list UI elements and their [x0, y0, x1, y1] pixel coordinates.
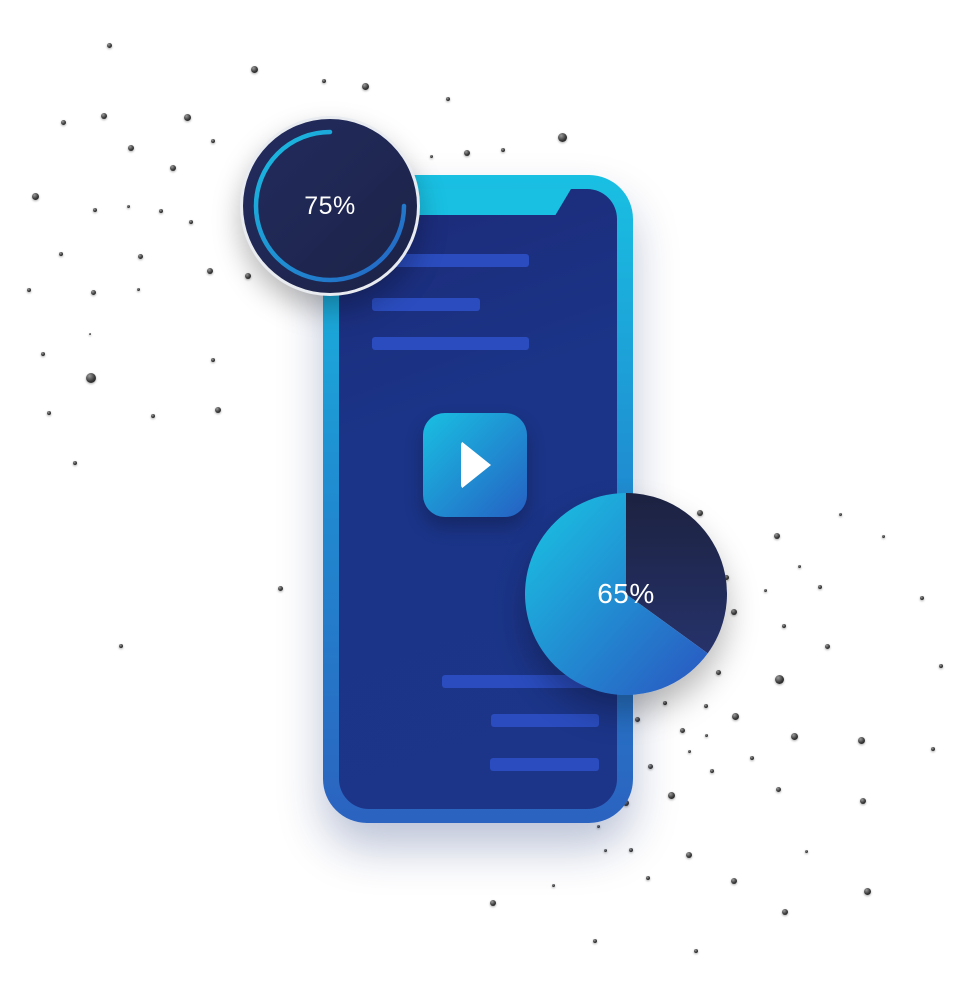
decorative-dot [731, 878, 737, 884]
progress-ring-label: 75% [304, 191, 356, 220]
decorative-dot [89, 333, 91, 335]
decorative-dot [694, 949, 698, 953]
decorative-dot [86, 373, 96, 383]
play-icon [461, 441, 491, 489]
decorative-dot [501, 148, 505, 152]
decorative-dot [704, 704, 708, 708]
content-line-3 [372, 337, 529, 350]
decorative-dot [551, 883, 555, 887]
decorative-dot [429, 154, 433, 158]
decorative-dot [93, 208, 97, 212]
decorative-dot [647, 763, 653, 769]
decorative-dot [106, 42, 112, 48]
decorative-dot [750, 756, 754, 760]
decorative-dot [189, 220, 193, 224]
decorative-dot [137, 253, 143, 259]
decorative-dot [731, 712, 739, 720]
decorative-dot [920, 596, 924, 600]
decorative-dot [41, 352, 45, 356]
decorative-dot [60, 119, 66, 125]
decorative-dot [860, 798, 866, 804]
decorative-dot [838, 512, 842, 516]
decorative-dot [774, 533, 780, 539]
decorative-dot [73, 461, 77, 465]
decorative-dot [629, 848, 633, 852]
decorative-dot [464, 150, 470, 156]
decorative-dot [119, 644, 123, 648]
content-line-5 [491, 714, 599, 727]
pie-chart: 65% [525, 493, 727, 695]
decorative-dot [782, 624, 786, 628]
decorative-dot [881, 534, 885, 538]
decorative-dot [804, 849, 808, 853]
decorative-dot [782, 909, 788, 915]
decorative-dot [731, 609, 737, 615]
progress-ring: 75% [240, 116, 420, 296]
decorative-dot [101, 113, 107, 119]
decorative-dot [667, 791, 675, 799]
decorative-dot [857, 736, 865, 744]
decorative-dot [31, 192, 39, 200]
decorative-dot [593, 939, 597, 943]
decorative-dot [207, 268, 213, 274]
pie-chart-label: 65% [597, 578, 655, 609]
decorative-dot [126, 204, 130, 208]
decorative-dot [775, 786, 781, 792]
decorative-dot [128, 145, 134, 151]
decorative-dot [663, 701, 667, 705]
decorative-dot [151, 414, 155, 418]
decorative-dot [818, 585, 822, 589]
content-line-2 [372, 298, 480, 311]
decorative-dot [704, 733, 708, 737]
decorative-dot [687, 749, 691, 753]
decorative-dot [596, 824, 600, 828]
decorative-dot [322, 79, 326, 83]
decorative-dot [159, 209, 163, 213]
decorative-dot [824, 643, 830, 649]
decorative-dot [686, 852, 692, 858]
decorative-dot [183, 113, 191, 121]
decorative-dot [679, 727, 685, 733]
decorative-dot [215, 407, 221, 413]
decorative-dot [790, 732, 798, 740]
decorative-dot [863, 887, 871, 895]
decorative-dot [634, 716, 640, 722]
decorative-dot [939, 664, 943, 668]
decorative-dot [446, 97, 450, 101]
decorative-dot [774, 674, 784, 684]
decorative-dot [361, 82, 369, 90]
decorative-dot [136, 287, 140, 291]
decorative-dot [211, 139, 215, 143]
decorative-dot [90, 289, 96, 295]
decorative-dot [277, 585, 283, 591]
decorative-dot [59, 252, 63, 256]
decorative-dot [250, 65, 258, 73]
decorative-dot [646, 876, 650, 880]
decorative-dot [763, 588, 767, 592]
decorative-dot [27, 288, 31, 292]
content-line-6 [490, 758, 599, 771]
play-button[interactable] [423, 413, 527, 517]
decorative-dot [931, 747, 935, 751]
decorative-dot [490, 900, 496, 906]
decorative-dot [797, 564, 801, 568]
decorative-dot [47, 411, 51, 415]
decorative-dot [170, 165, 176, 171]
decorative-dot [710, 769, 714, 773]
decorative-dot [557, 132, 567, 142]
decorative-dot [211, 358, 215, 362]
decorative-dot [603, 848, 607, 852]
